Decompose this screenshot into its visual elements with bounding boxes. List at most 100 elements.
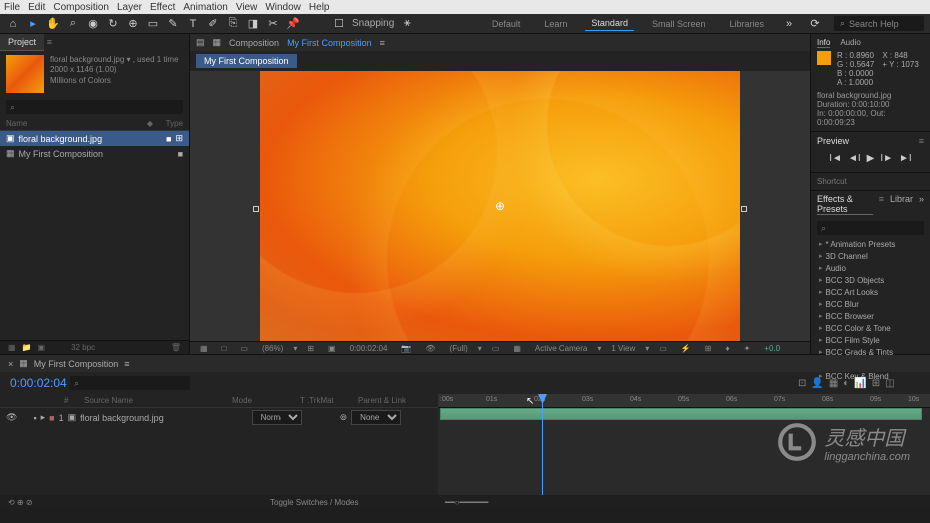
pixel-aspect-icon[interactable]: ▭ [655,343,671,354]
menu-edit[interactable]: Edit [28,2,45,13]
menu-window[interactable]: Window [265,2,301,13]
menu-composition[interactable]: Composition [53,2,109,13]
zoom-slider[interactable]: ━━○━━━━━━ [445,498,488,507]
playhead[interactable] [542,394,543,495]
show-snapshot-icon[interactable]: 👁 [421,343,439,354]
timeline-tracks[interactable]: :00s 01s 02s 03s 04s 05s 06s 07s 08s 09s… [438,394,930,495]
asset-row-comp[interactable]: ▦ My First Composition ■ [0,146,189,161]
render-icon[interactable]: ✦ [740,343,755,354]
sync-icon[interactable]: ⟳ [808,17,822,31]
panel-menu-icon[interactable]: ≡ [919,136,924,146]
snapping-checkbox[interactable]: ☐ [332,17,346,31]
info-tab[interactable]: Info [817,38,830,48]
roto-tool-icon[interactable]: ✂ [266,17,280,31]
overflow-icon[interactable]: » [919,194,924,215]
render-queue-icon[interactable]: × [8,359,13,369]
orbit-tool-icon[interactable]: ◉ [86,17,100,31]
col-name[interactable]: Name [6,119,147,128]
effects-tab[interactable]: Effects & Presets [817,194,873,215]
menu-effect[interactable]: Effect [150,2,175,13]
transparency-icon[interactable]: ▦ [509,343,525,354]
zoom-tool-icon[interactable]: ⌕ [66,17,80,31]
effect-category[interactable]: Audio [811,262,930,274]
timeline-comp-icon[interactable]: ▦ [19,358,28,369]
last-frame-button[interactable]: ►I [899,153,912,164]
effect-category[interactable]: BCC Art Looks [811,286,930,298]
effect-category[interactable]: BCC Blur [811,298,930,310]
menu-layer[interactable]: Layer [117,2,142,13]
workspace-standard[interactable]: Standard [585,16,634,31]
play-button[interactable]: ▶ [867,153,875,164]
libraries-tab[interactable]: Librar [890,194,913,215]
viewer[interactable]: ⊕ [190,71,810,341]
eraser-tool-icon[interactable]: ◨ [246,17,260,31]
resolution-dropdown[interactable]: (Full) [446,343,472,354]
lock-icon[interactable]: ▪ [33,413,36,423]
graph-editor-icon[interactable]: 📊 [854,378,866,389]
motion-blur-icon[interactable]: ◐ [843,378,849,389]
anchor-tool-icon[interactable]: ⊕ [126,17,140,31]
alpha-icon[interactable]: ▦ [196,343,212,354]
home-icon[interactable]: ⌂ [6,17,20,31]
footage-panel-icon[interactable]: ▦ [213,37,222,48]
effect-category[interactable]: BCC Browser [811,310,930,322]
preview-tab[interactable]: Preview [817,136,849,146]
layer-duration-bar[interactable] [440,408,922,420]
effects-search-input[interactable] [817,221,924,235]
asset-row-image[interactable]: ▣ floral background.jpg ■ ⊞ [0,131,189,146]
eye-icon[interactable]: 👁 [6,412,17,423]
first-frame-button[interactable]: I◄ [829,153,842,164]
zoom-dropdown[interactable]: (86%) [258,343,287,354]
brush-tool-icon[interactable]: ✐ [206,17,220,31]
workspace-default[interactable]: Default [486,17,527,31]
comp-flowchart-tab[interactable]: My First Composition [196,54,297,68]
mask-icon[interactable]: □ [218,343,231,354]
workspace-libraries[interactable]: Libraries [723,17,770,31]
channel-icon[interactable]: ▣ [324,343,340,354]
time-display[interactable]: 0:00:02:04 [346,343,392,354]
handle-right[interactable] [741,206,747,212]
menu-file[interactable]: File [4,2,20,13]
draft3d-icon[interactable]: ◫ [885,378,894,389]
workspace-overflow-icon[interactable]: » [782,17,796,31]
toggle-switches-button[interactable]: Toggle Switches / Modes [270,498,359,507]
help-search[interactable]: ⌕ Search Help [834,16,924,31]
new-folder-icon[interactable]: 📁 [22,343,32,352]
shape-tool-icon[interactable]: ▭ [146,17,160,31]
col-type[interactable]: Type [153,119,183,128]
workspace-learn[interactable]: Learn [538,17,573,31]
panel-menu-icon[interactable]: ≡ [380,38,385,48]
project-search-input[interactable] [6,100,183,114]
pen-tool-icon[interactable]: ✎ [166,17,180,31]
fast-preview-icon[interactable]: ⚡ [677,343,695,354]
col-source[interactable]: Source Name [84,396,224,405]
effect-category[interactable]: * Animation Presets [811,238,930,250]
flowchart-icon[interactable]: ♦ [722,343,734,354]
brainstorm-icon[interactable]: ⊞ [872,378,880,389]
footer-icons[interactable]: ⟲ ⊕ ⊘ [8,498,33,507]
comp-mini-icon[interactable]: ⊡ [798,378,806,389]
selection-tool-icon[interactable]: ▸ [26,17,40,31]
pickwhip-icon[interactable]: ⊚ [340,412,348,423]
blend-mode-select[interactable]: Normal [252,410,302,425]
time-ruler[interactable]: :00s 01s 02s 03s 04s 05s 06s 07s 08s 09s… [438,394,930,408]
next-frame-button[interactable]: I► [880,153,893,164]
prev-frame-button[interactable]: ◄I [848,153,861,164]
effect-category[interactable]: 3D Channel [811,250,930,262]
panel-menu-icon[interactable]: ≡ [124,359,129,369]
menu-animation[interactable]: Animation [183,2,227,13]
text-tool-icon[interactable]: T [186,17,200,31]
bpp-toggle[interactable]: 32 bpc [71,343,95,352]
exposure-value[interactable]: +0.0 [760,343,784,354]
grid-icon[interactable]: ⊞ [303,343,318,354]
effect-category[interactable]: BCC 3D Objects [811,274,930,286]
menu-view[interactable]: View [236,2,258,13]
workspace-small[interactable]: Small Screen [646,17,712,31]
timeline-icon[interactable]: ⊞ [701,343,716,354]
shy-icon[interactable]: 👤 [811,378,823,389]
roi-icon[interactable]: ▭ [488,343,504,354]
anchor-point-icon[interactable]: ⊕ [495,199,505,213]
snapshot-icon[interactable]: 📷 [397,343,415,354]
guides-icon[interactable]: ▭ [236,343,252,354]
camera-dropdown[interactable]: Active Camera [531,343,591,354]
